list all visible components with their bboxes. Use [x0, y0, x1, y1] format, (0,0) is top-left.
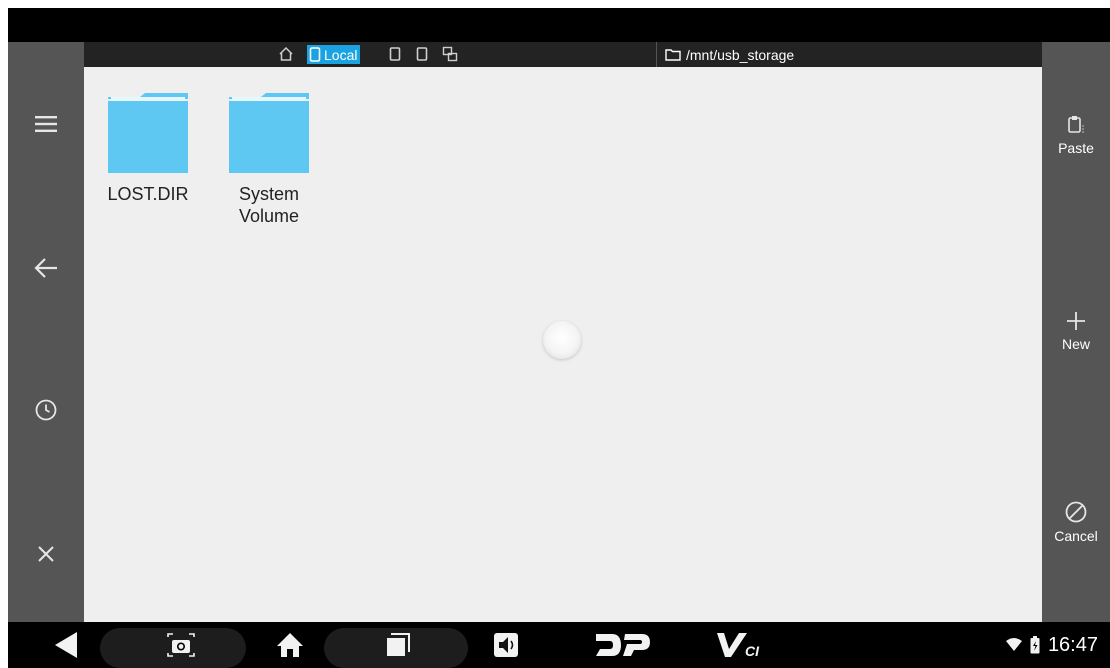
recent-apps-button[interactable] — [378, 622, 418, 668]
paste-label: Paste — [1058, 140, 1094, 156]
home-icon[interactable] — [278, 45, 294, 66]
wifi-icon — [1005, 638, 1022, 651]
clock-time: 16:47 — [1047, 633, 1098, 656]
paste-button[interactable]: Paste — [1042, 114, 1110, 156]
battery-charging-icon — [1030, 636, 1040, 654]
home-button[interactable] — [270, 622, 310, 668]
vci-app-button[interactable]: CI V — [710, 622, 770, 668]
svg-text:CI: CI — [745, 643, 760, 659]
cancel-button[interactable]: Cancel — [1042, 500, 1110, 544]
home-icon — [277, 633, 303, 657]
plus-icon — [1067, 312, 1085, 330]
cancel-circle-icon — [1065, 501, 1087, 523]
new-button[interactable]: New — [1042, 310, 1110, 352]
folder-icon — [108, 93, 188, 173]
status-bar — [8, 8, 1110, 42]
back-triangle-icon — [55, 632, 77, 658]
loading-spinner — [543, 321, 581, 359]
speaker-icon — [494, 633, 518, 657]
tablet-screen: Local /mnt/usb_storage LOST.DIR System V… — [8, 8, 1110, 668]
dp-app-button[interactable]: DP — [588, 622, 658, 668]
location-bar: Local /mnt/usb_storage — [84, 42, 1042, 67]
folder-item-lost-dir[interactable]: LOST.DIR — [100, 91, 196, 205]
folder-item-system-volume[interactable]: System Volume — [221, 91, 317, 227]
new-label: New — [1061, 336, 1090, 352]
sd-card-icon[interactable] — [416, 45, 428, 66]
system-navigation-bar: DP CI V 16:47 — [8, 622, 1110, 668]
back-arrow-icon[interactable] — [28, 250, 64, 286]
screen: Local /mnt/usb_storage LOST.DIR System V… — [0, 0, 1110, 668]
current-path: /mnt/usb_storage — [686, 46, 795, 63]
screenshot-camera-icon — [167, 633, 195, 657]
vci-logo-icon: CI — [717, 633, 760, 659]
breadcrumb-path[interactable]: /mnt/usb_storage — [656, 42, 794, 67]
file-list: LOST.DIR System Volume — [84, 67, 1042, 622]
status-indicators: 16:47 — [1005, 622, 1098, 668]
clipboard-icon — [1068, 116, 1084, 133]
tab-local[interactable]: Local — [307, 45, 361, 64]
history-clock-icon[interactable] — [28, 392, 64, 428]
folder-name: LOST.DIR — [107, 184, 189, 204]
storage-device-icon[interactable] — [389, 45, 401, 66]
volume-button[interactable] — [486, 622, 526, 668]
folder-name: System Volume — [238, 184, 300, 226]
folder-outline-icon — [665, 49, 681, 61]
left-sidebar — [8, 42, 84, 622]
action-sidebar: Paste New Cancel — [1042, 42, 1110, 622]
tab-local-label: Local — [324, 46, 358, 63]
dp-logo-icon — [596, 634, 650, 656]
folder-icon — [229, 93, 309, 173]
menu-icon[interactable] — [28, 106, 64, 142]
network-storage-icon[interactable] — [442, 45, 458, 66]
back-button[interactable] — [44, 622, 88, 668]
cancel-label: Cancel — [1054, 528, 1098, 544]
phone-icon — [309, 47, 321, 62]
screenshot-button[interactable] — [158, 622, 204, 668]
close-icon[interactable] — [28, 536, 64, 572]
recents-icon — [387, 633, 410, 656]
